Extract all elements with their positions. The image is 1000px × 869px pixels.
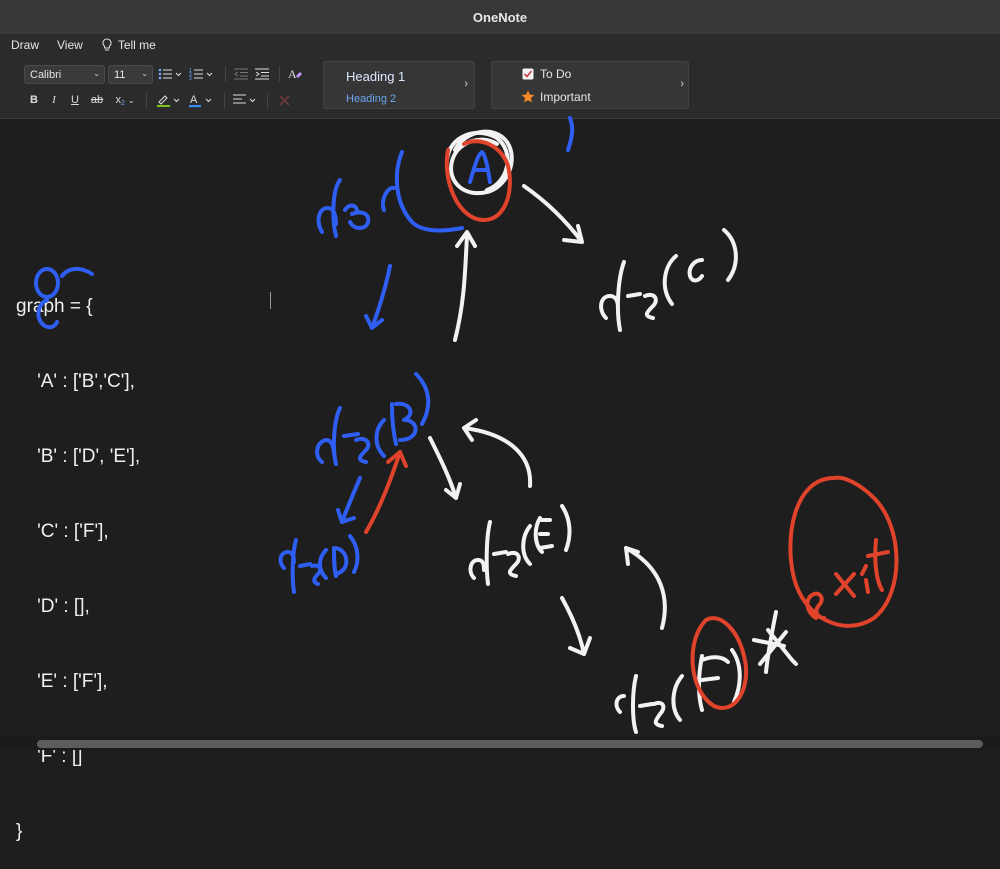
- ink-arrow-b-e: [428, 436, 462, 500]
- ink-dfs-b: [315, 372, 431, 466]
- ink-dfs-e: [468, 504, 572, 586]
- ink-circle-a: [34, 267, 60, 299]
- ink-arrow-e-f: [560, 596, 592, 656]
- ink-dfs-f: [614, 648, 742, 734]
- ink-arc: [60, 267, 94, 278]
- ink-arrow-a-c: [522, 184, 584, 244]
- ink-layer: [34, 116, 899, 734]
- ink-return-e-b: [462, 418, 533, 488]
- code-line: }: [16, 821, 23, 842]
- ink-arrow-a-b: [364, 264, 392, 330]
- ink-return-f-e: [624, 546, 667, 630]
- ink-letter-a: [468, 150, 492, 184]
- ink-arrow-b-d: [336, 476, 362, 524]
- ink-dfs-c: [599, 228, 738, 332]
- ink-exit-word: [805, 538, 890, 620]
- ink-dfs-a-word: [316, 178, 396, 238]
- ink-arc-b: [36, 298, 59, 330]
- ink-return-b-a: [453, 230, 477, 342]
- ink-star: [752, 610, 798, 674]
- horizontal-scrollbar[interactable]: [37, 740, 983, 748]
- ink-dfs-d: [278, 534, 360, 594]
- ink-return-d-b: [364, 450, 408, 534]
- ink-paren-right: [566, 116, 575, 152]
